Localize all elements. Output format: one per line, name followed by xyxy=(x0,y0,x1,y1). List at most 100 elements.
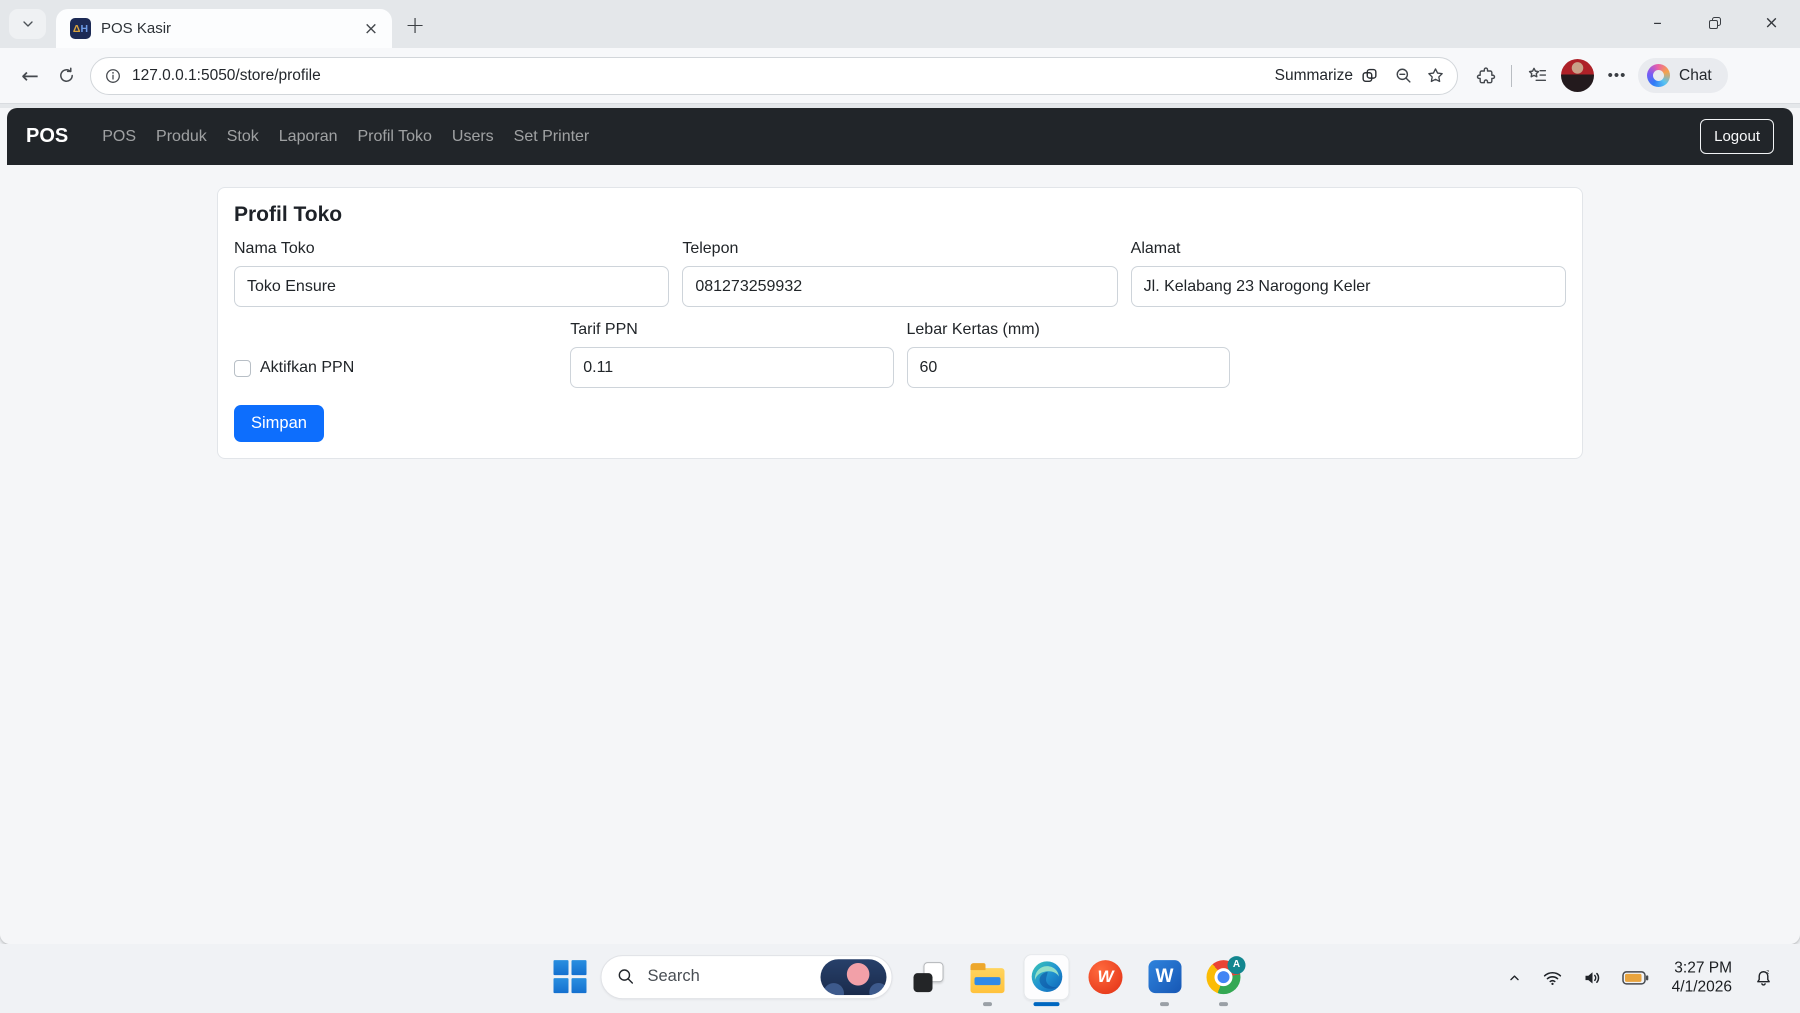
window-minimize-button[interactable]: – xyxy=(1629,0,1686,46)
nav-item-profil-toko[interactable]: Profil Toko xyxy=(347,128,441,146)
battery-icon xyxy=(1622,970,1649,985)
taskbar-task-view-button[interactable] xyxy=(906,954,952,1000)
navbar-brand[interactable]: POS xyxy=(26,125,68,148)
taskbar-clock[interactable]: 3:27 PM 4/1/2026 xyxy=(1672,958,1732,998)
taskbar-wps-button[interactable]: W xyxy=(1083,954,1129,1000)
tab-title: POS Kasir xyxy=(101,20,358,37)
extensions-button[interactable] xyxy=(1468,58,1504,94)
clock-time: 3:27 PM xyxy=(1672,958,1732,978)
lebar-kertas-label: Lebar Kertas (mm) xyxy=(907,321,1230,339)
profile-avatar[interactable] xyxy=(1561,59,1594,92)
task-view-icon xyxy=(913,961,945,993)
settings-more-button[interactable]: ••• xyxy=(1600,59,1634,93)
nav-item-laporan[interactable]: Laporan xyxy=(269,128,348,146)
refresh-button[interactable] xyxy=(48,58,84,94)
nav-item-users[interactable]: Users xyxy=(442,128,504,146)
taskbar-word-button[interactable]: W xyxy=(1142,954,1188,1000)
web-page: POS POS Produk Stok Laporan Profil Toko … xyxy=(0,108,1800,944)
chrome-icon: A xyxy=(1207,960,1241,994)
file-explorer-icon xyxy=(971,968,1005,993)
field-alamat: Alamat xyxy=(1131,240,1566,307)
aktifkan-ppn-checkbox[interactable] xyxy=(234,360,251,377)
taskbar-file-explorer-button[interactable] xyxy=(965,954,1011,1000)
site-favicon-icon: ΔH xyxy=(70,18,91,39)
window-close-button[interactable]: × xyxy=(1743,0,1800,46)
taskbar-center-group: Search xyxy=(554,954,1247,1000)
wifi-icon xyxy=(1542,967,1563,988)
taskbar-search-box[interactable]: Search xyxy=(601,955,893,999)
running-indicator xyxy=(1160,1002,1169,1006)
tarif-ppn-label: Tarif PPN xyxy=(570,321,893,339)
tab-close-button[interactable]: × xyxy=(358,16,384,42)
field-lebar-kertas: Lebar Kertas (mm) xyxy=(907,321,1230,388)
site-info-icon[interactable] xyxy=(104,67,122,85)
favorites-bar-button[interactable] xyxy=(1519,58,1555,94)
add-favorite-star-icon[interactable] xyxy=(1419,60,1451,92)
speaker-icon xyxy=(1582,967,1603,988)
desktop-screen: ΔH POS Kasir × + – × ← xyxy=(0,0,1800,1013)
nama-toko-label: Nama Toko xyxy=(234,240,669,258)
search-highlight-image[interactable] xyxy=(821,959,887,995)
save-button[interactable]: Simpan xyxy=(234,405,324,442)
alamat-label: Alamat xyxy=(1131,240,1566,258)
wifi-button[interactable] xyxy=(1538,963,1567,992)
browser-tab-pos-kasir[interactable]: ΔH POS Kasir × xyxy=(56,9,392,48)
new-tab-button[interactable]: + xyxy=(399,9,431,41)
browser-window: ΔH POS Kasir × + – × ← xyxy=(0,0,1800,944)
clock-date: 4/1/2026 xyxy=(1672,978,1732,998)
profil-toko-card: Profil Toko Nama Toko Telepon Alamat xyxy=(217,187,1583,459)
chrome-profile-badge: A xyxy=(1228,956,1246,974)
chevron-down-icon xyxy=(20,16,36,32)
restore-icon xyxy=(1709,17,1721,29)
chevron-up-icon xyxy=(1506,969,1523,986)
word-icon: W xyxy=(1148,960,1181,993)
taskbar-edge-button[interactable] xyxy=(1024,954,1070,1000)
notifications-button[interactable]: z xyxy=(1749,963,1778,992)
volume-button[interactable] xyxy=(1578,963,1607,992)
address-bar[interactable]: 127.0.0.1:5050/store/profile Summarize xyxy=(90,57,1458,95)
nav-item-pos[interactable]: POS xyxy=(92,128,146,146)
windows-taskbar: Search xyxy=(0,944,1800,1013)
search-icon xyxy=(617,967,636,986)
tarif-ppn-input[interactable] xyxy=(570,347,893,388)
svg-text:z: z xyxy=(1766,969,1769,976)
nav-item-set-printer[interactable]: Set Printer xyxy=(504,128,600,146)
nav-item-stok[interactable]: Stok xyxy=(217,128,269,146)
logout-button[interactable]: Logout xyxy=(1700,119,1774,154)
page-title: Profil Toko xyxy=(234,203,1566,227)
edge-icon xyxy=(1029,959,1064,994)
empty-col xyxy=(1243,321,1566,388)
copilot-icon xyxy=(1647,64,1670,87)
window-restore-button[interactable] xyxy=(1686,0,1743,46)
running-indicator xyxy=(983,1002,992,1006)
field-telepon: Telepon xyxy=(682,240,1117,307)
start-button[interactable] xyxy=(554,960,588,994)
zoom-out-icon[interactable] xyxy=(1387,60,1419,92)
hidden-icons-chevron-button[interactable] xyxy=(1502,965,1527,990)
battery-button[interactable] xyxy=(1618,966,1653,989)
windows-logo-icon xyxy=(554,960,569,975)
running-indicator xyxy=(1219,1002,1228,1006)
nav-item-produk[interactable]: Produk xyxy=(146,128,217,146)
search-label: Search xyxy=(648,967,821,986)
copilot-summarize-icon xyxy=(1360,66,1379,85)
app-navbar: POS POS Produk Stok Laporan Profil Toko … xyxy=(7,108,1793,165)
taskbar-chrome-button[interactable]: A xyxy=(1201,954,1247,1000)
field-tarif-ppn: Tarif PPN xyxy=(570,321,893,388)
nama-toko-input[interactable] xyxy=(234,266,669,307)
summarize-button[interactable]: Summarize xyxy=(1275,66,1379,85)
telepon-input[interactable] xyxy=(682,266,1117,307)
system-tray: 3:27 PM 4/1/2026 z xyxy=(1502,958,1778,998)
tab-search-dropdown-button[interactable] xyxy=(9,9,46,39)
copilot-chat-button[interactable]: Chat xyxy=(1638,58,1728,93)
browser-toolbar: ← 127.0.0.1:5050/store/profile Summarize xyxy=(0,48,1800,104)
lebar-kertas-input[interactable] xyxy=(907,347,1230,388)
field-aktifkan-ppn: Aktifkan PPN xyxy=(234,321,557,388)
active-running-indicator xyxy=(1034,1002,1060,1006)
tab-strip: ΔH POS Kasir × + – × xyxy=(0,0,1800,48)
back-button[interactable]: ← xyxy=(12,58,48,94)
alamat-input[interactable] xyxy=(1131,266,1566,307)
toolbar-divider xyxy=(1511,65,1512,87)
field-nama-toko: Nama Toko xyxy=(234,240,669,307)
telepon-label: Telepon xyxy=(682,240,1117,258)
